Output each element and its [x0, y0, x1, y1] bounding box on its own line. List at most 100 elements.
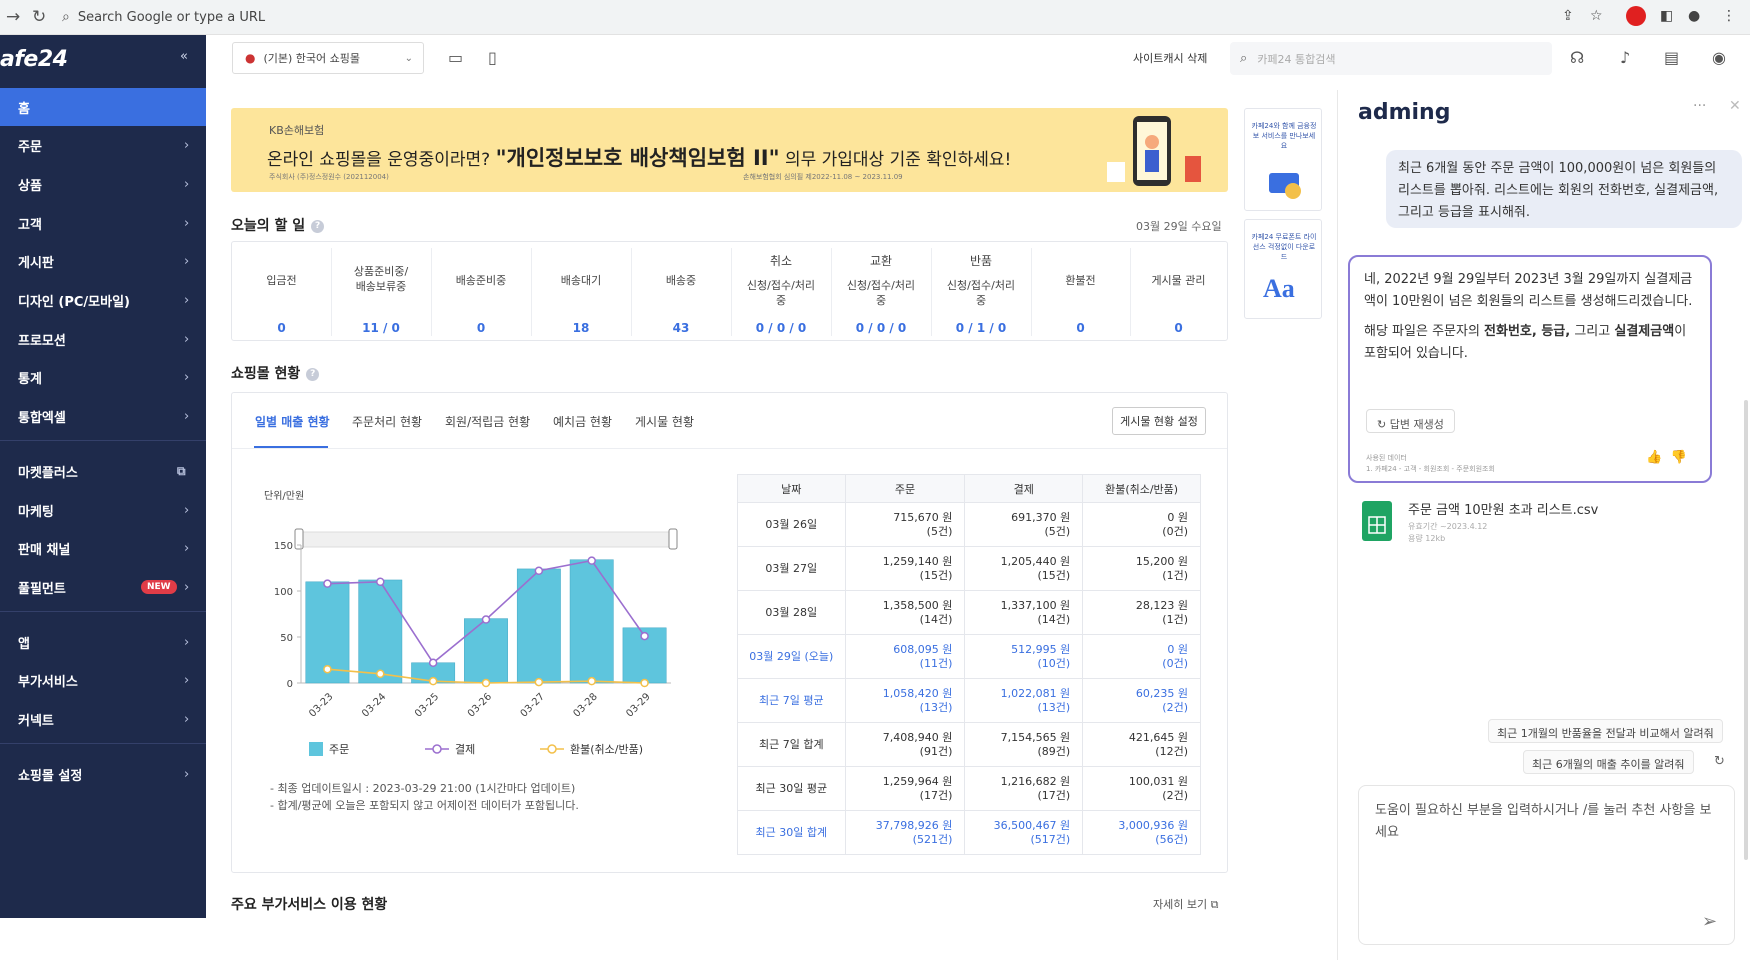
sidebar-item-product[interactable]: 상품 › — [0, 165, 206, 203]
todo-col-prepay[interactable]: 입금전 0 — [232, 242, 331, 342]
mobile-icon[interactable]: ▯ — [488, 48, 497, 67]
todo-col-waiting[interactable]: 배송대기 18 — [531, 242, 631, 342]
todo-count[interactable]: 18 — [531, 321, 631, 335]
todo-col-cancel[interactable]: 취소 신청/접수/처리 중 0 / 0 / 0 — [731, 242, 831, 342]
todo-count[interactable]: 43 — [631, 321, 731, 335]
table-cell[interactable]: 608,095 원 (11건) — [844, 634, 966, 679]
todo-count[interactable]: 11 / 0 — [331, 321, 431, 335]
sidebar-item-fulfillment[interactable]: 풀필먼트 NEW › — [0, 568, 206, 606]
todo-count[interactable]: 0 — [431, 321, 531, 335]
tab-member-points[interactable]: 회원/적립금 현황 — [445, 413, 530, 430]
todo-count[interactable]: 0 / 1 / 0 — [931, 321, 1031, 335]
thumbs-up-icon[interactable]: 👍 — [1646, 450, 1662, 465]
table-cell[interactable]: 36,500,467 원 (517건) — [964, 810, 1084, 855]
tab-deposit[interactable]: 예치금 현황 — [553, 413, 612, 430]
post-status-setting-button[interactable]: 게시물 현황 설정 — [1112, 407, 1206, 435]
sidebar-item-app[interactable]: 앱 › — [0, 623, 206, 661]
table-cell[interactable]: 0 원 (0건) — [1082, 634, 1201, 679]
scrollbar[interactable] — [1744, 400, 1748, 860]
refresh-suggestions-icon[interactable]: ↻ — [1714, 754, 1725, 769]
sidebar-item-design[interactable]: 디자인 (PC/모바일) › — [0, 281, 206, 319]
todo-count[interactable]: 0 / 0 / 0 — [831, 321, 931, 335]
table-cell[interactable]: 최근 7일 평균 — [737, 678, 846, 723]
store-icon[interactable]: ▤ — [1664, 48, 1679, 67]
sidebar-item-order[interactable]: 주문 › — [0, 126, 206, 164]
table-cell[interactable]: 최근 30일 합계 — [737, 810, 846, 855]
table-cell[interactable]: 3,000,936 원 (56건) — [1082, 810, 1201, 855]
todo-col-return[interactable]: 반품 신청/접수/처리 중 0 / 1 / 0 — [931, 242, 1031, 342]
sidebar-item-sales-channel[interactable]: 판매 채널 › — [0, 529, 206, 567]
sidebar-item-label: 커넥트 — [18, 713, 54, 729]
legend-payment[interactable]: 결제 — [425, 741, 475, 757]
col-header-date: 날짜 — [737, 474, 846, 503]
integrated-search-input[interactable]: ⌕ 카페24 통합검색 — [1230, 42, 1552, 75]
table-cell[interactable]: 03월 29일 (오늘) — [737, 634, 846, 679]
record-icon[interactable] — [1626, 6, 1646, 26]
help-icon[interactable]: ? — [306, 367, 320, 381]
legend-refund[interactable]: 환불(취소/반품) — [540, 741, 643, 757]
profile-icon[interactable]: ● — [1688, 8, 1700, 24]
todo-col-posts[interactable]: 게시물 관리 0 — [1130, 242, 1227, 342]
account-icon[interactable]: ◉ — [1712, 48, 1726, 67]
more-options-icon[interactable]: ··· — [1693, 98, 1706, 114]
chat-input[interactable]: 도움이 필요하신 부분을 입력하시거나 /를 눌러 추천 사항을 보세요 ➢ — [1358, 785, 1735, 945]
cell-count: (0건) — [1162, 656, 1188, 670]
todo-col-refund[interactable]: 환불전 0 — [1031, 242, 1130, 342]
tab-order-processing[interactable]: 주문처리 현황 — [352, 413, 422, 430]
table-cell[interactable]: 1,058,420 원 (13건) — [844, 678, 966, 723]
suggestion-chip[interactable]: 최근 1개월의 반품율을 전달과 비교해서 알려줘 — [1488, 719, 1723, 743]
site-cache-delete-link[interactable]: 사이트캐시 삭제 — [1133, 50, 1207, 66]
shop-select[interactable]: ● (기본) 한국어 쇼핑몰 ⌄ — [232, 42, 424, 74]
sidebar-item-statistics[interactable]: 통계 › — [0, 358, 206, 396]
sidebar-item-shop-settings[interactable]: 쇼핑몰 설정 › — [0, 755, 206, 793]
suggestion-chip[interactable]: 최근 6개월의 매출 추이를 알려줘 — [1523, 750, 1694, 774]
todo-count[interactable]: 0 / 0 / 0 — [731, 321, 831, 335]
help-icon[interactable]: ? — [311, 219, 325, 233]
free-font-ad[interactable]: 카페24 무료폰트 라이선스 걱정없이 다운로드 Aa — [1244, 219, 1322, 319]
detail-link[interactable]: 자세히 보기 ⧉ — [1153, 896, 1218, 912]
desktop-icon[interactable]: ▭ — [448, 48, 463, 67]
sidebar-item-excel[interactable]: 통합엑셀 › — [0, 397, 206, 435]
sidebar-item-board[interactable]: 게시판 › — [0, 242, 206, 280]
send-icon[interactable]: ➢ — [1702, 911, 1717, 932]
todo-col-exchange[interactable]: 교환 신청/접수/처리 중 0 / 0 / 0 — [831, 242, 931, 342]
close-icon[interactable]: ✕ — [1729, 98, 1741, 114]
browser-menu-icon[interactable]: ⋮ — [1722, 8, 1736, 24]
reply-paragraph: 네, 2022년 9월 29일부터 2023년 3월 29일까지 실결제금액이 … — [1364, 272, 1693, 309]
insurance-banner[interactable]: KB손해보험 온라인 쇼핑몰을 운영중이라면? "개인정보보호 배상책임보험 I… — [231, 108, 1228, 192]
regenerate-button[interactable]: ↻ 답변 재생성 — [1366, 409, 1455, 433]
tab-posts[interactable]: 게시물 현황 — [635, 413, 694, 430]
back-arrow-icon[interactable]: → — [6, 7, 20, 27]
table-cell[interactable]: 1,022,081 원 (13건) — [964, 678, 1084, 723]
address-bar[interactable]: ⌕ Search Google or type a URL — [62, 4, 1502, 30]
todo-col-ready[interactable]: 배송준비중 0 — [431, 242, 531, 342]
todo-count[interactable]: 0 — [232, 321, 331, 335]
todo-count[interactable]: 0 — [1130, 321, 1227, 335]
todo-col-preparing[interactable]: 상품준비중/ 배송보류중 11 / 0 — [331, 242, 431, 342]
notification-bell-icon[interactable]: ♪ — [1620, 48, 1630, 67]
thumbs-down-icon[interactable]: 👎 — [1670, 450, 1686, 465]
sidebar-item-marketing[interactable]: 마케팅 › — [0, 491, 206, 529]
sidebar-item-home[interactable]: 홈 — [0, 88, 206, 126]
sidebar-item-customer[interactable]: 고객 › — [0, 204, 206, 242]
todo-col-shipping[interactable]: 배송중 43 — [631, 242, 731, 342]
table-cell[interactable]: 512,995 원 (10건) — [964, 634, 1084, 679]
reload-icon[interactable]: ↻ — [32, 7, 46, 27]
sidebar-item-connect[interactable]: 커넥트 › — [0, 700, 206, 738]
todo-count[interactable]: 0 — [1031, 321, 1130, 335]
sidebar-item-marketplus[interactable]: 마켓플러스 ⧉ — [0, 452, 206, 490]
legend-order[interactable]: 주문 — [309, 741, 349, 757]
side-panel-icon[interactable]: ◧ — [1660, 8, 1673, 24]
collapse-sidebar-icon[interactable]: « — [180, 49, 188, 64]
table-cell[interactable]: 60,235 원 (2건) — [1082, 678, 1201, 723]
file-attachment[interactable]: 주문 금액 10만원 초과 리스트.csv 유효기간 ~2023.4.12 용량… — [1362, 495, 1652, 551]
table-cell[interactable]: 37,798,926 원 (521건) — [844, 810, 966, 855]
finance-service-ad[interactable]: 카페24와 함께 금융정보 서비스를 만나보세요 — [1244, 108, 1322, 211]
sidebar-item-addon[interactable]: 부가서비스 › — [0, 661, 206, 699]
headset-icon[interactable]: ☊ — [1570, 48, 1584, 67]
share-icon[interactable]: ⇪ — [1562, 8, 1574, 24]
bookmark-star-icon[interactable]: ☆ — [1590, 8, 1603, 24]
sidebar-item-promotion[interactable]: 프로모션 › — [0, 320, 206, 358]
tab-daily-sales[interactable]: 일별 매출 현황 — [255, 413, 330, 430]
cell-count: (2건) — [1162, 700, 1188, 714]
